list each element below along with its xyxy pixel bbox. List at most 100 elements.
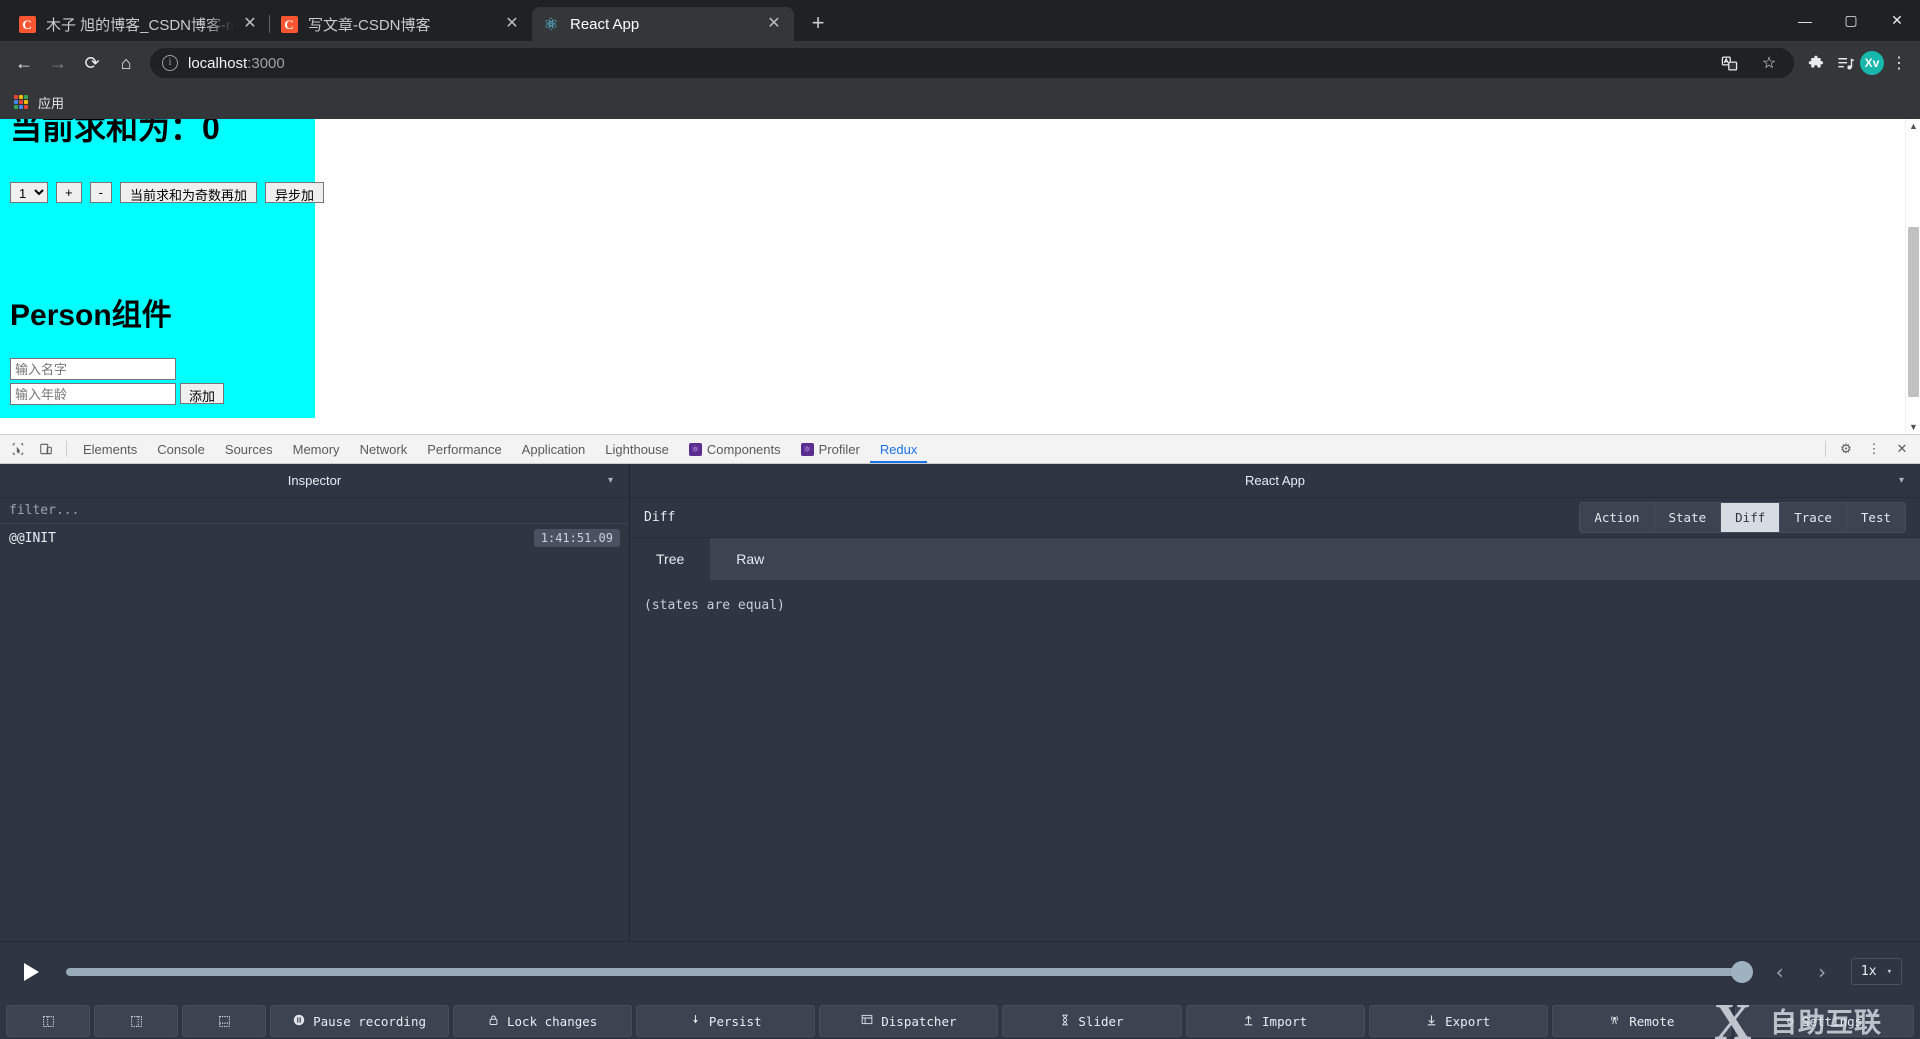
chevron-down-icon[interactable]: ▾ [1899, 475, 1904, 486]
tab-console[interactable]: Console [147, 436, 215, 463]
extensions-icon[interactable] [1804, 50, 1830, 76]
chevron-down-icon[interactable]: ▾ [608, 475, 613, 486]
action-filter-input[interactable]: filter... [0, 498, 629, 524]
tab-action[interactable]: Action [1580, 503, 1655, 532]
page-scrollbar[interactable]: ▲ ▼ [1905, 119, 1920, 434]
subtab-raw[interactable]: Raw [710, 538, 790, 580]
react-badge-icon: ⚛ [688, 442, 702, 456]
browser-tab-1[interactable]: C 木子 旭的博客_CSDN博客-react ✕ [8, 7, 270, 41]
tab-network[interactable]: Network [350, 436, 418, 463]
increment-amount-select[interactable]: 1 [10, 182, 48, 204]
tab-components[interactable]: ⚛ Components [679, 436, 791, 463]
button-label: Import [1262, 1013, 1308, 1029]
tab-elements[interactable]: Elements [73, 436, 147, 463]
import-button[interactable]: Import [1185, 1005, 1365, 1037]
subtab-tree[interactable]: Tree [630, 538, 711, 580]
age-input[interactable] [10, 383, 176, 406]
close-icon[interactable]: ✕ [502, 14, 522, 34]
play-icon[interactable] [18, 959, 44, 985]
browser-tab-3[interactable]: ⚛ React App ✕ [532, 7, 794, 41]
action-name: @@INIT [9, 530, 56, 546]
person-form: 添加 [10, 358, 305, 408]
browser-tab-2[interactable]: C 写文章-CSDN博客 ✕ [269, 7, 532, 41]
bookmark-star-icon[interactable]: ☆ [1756, 50, 1782, 76]
close-icon[interactable]: ✕ [764, 14, 784, 34]
dock-bottom-button[interactable] [182, 1005, 266, 1037]
tab-test[interactable]: Test [1846, 503, 1905, 532]
export-button[interactable]: Export [1368, 1005, 1548, 1037]
forward-icon[interactable]: → [42, 47, 74, 79]
address-bar[interactable]: i localhost :3000 ☆ [150, 48, 1794, 78]
apps-grid-icon[interactable] [14, 95, 28, 109]
scroll-down-icon[interactable]: ▼ [1906, 420, 1920, 434]
csdn-icon: C [18, 15, 36, 33]
site-info-icon[interactable]: i [162, 55, 178, 71]
inspector-title: Inspector [287, 473, 342, 488]
window-close-button[interactable]: ✕ [1874, 0, 1920, 41]
maximize-button[interactable]: ▢ [1828, 0, 1874, 41]
media-list-icon[interactable] [1832, 50, 1858, 76]
lock-icon [488, 1014, 499, 1029]
profile-avatar[interactable]: Xv [1860, 51, 1884, 75]
hourglass-icon [1060, 1014, 1070, 1029]
csdn-icon: C [280, 15, 298, 33]
back-icon[interactable]: ← [8, 47, 40, 79]
speed-value: 1x [1860, 964, 1877, 979]
button-label: Remote [1629, 1013, 1675, 1029]
tab-label: Performance [427, 441, 502, 457]
tab-label: Profiler [818, 441, 860, 457]
odd-add-button[interactable]: 当前求和为奇数再加 [119, 182, 257, 204]
tab-redux[interactable]: Redux [870, 436, 928, 463]
decrement-button[interactable]: - [89, 182, 112, 204]
persist-button[interactable]: Persist [636, 1005, 816, 1037]
scrollbar-thumb[interactable] [1908, 227, 1919, 397]
gear-icon[interactable]: ⚙ [1832, 436, 1860, 462]
add-person-button[interactable]: 添加 [180, 383, 225, 405]
more-options-icon[interactable]: ⋮ [1860, 436, 1888, 462]
device-toolbar-icon[interactable] [32, 436, 60, 462]
time-travel-slider[interactable] [66, 960, 1753, 983]
async-add-button[interactable]: 异步加 [264, 182, 324, 204]
devtools-actions: ⚙ ⋮ ✕ [1819, 436, 1916, 462]
dispatcher-button[interactable]: Dispatcher [819, 1005, 999, 1037]
increment-button[interactable]: + [56, 182, 82, 204]
tab-profiler[interactable]: ⚛ Profiler [791, 436, 870, 463]
pause-recording-button[interactable]: Pause recording [270, 1005, 450, 1037]
playback-speed-select[interactable]: 1x ▾ [1850, 958, 1902, 985]
tab-performance[interactable]: Performance [417, 436, 511, 463]
button-label: Slider [1078, 1013, 1124, 1029]
bookmark-apps-label[interactable]: 应用 [38, 93, 64, 112]
react-badge-icon: ⚛ [800, 442, 814, 456]
name-input[interactable] [10, 358, 176, 381]
button-label: Settings [1801, 1013, 1863, 1029]
slider-button[interactable]: Slider [1002, 1005, 1182, 1037]
home-icon[interactable]: ⌂ [110, 47, 142, 79]
remote-button[interactable]: Remote [1551, 1005, 1731, 1037]
tab-sources[interactable]: Sources [215, 436, 283, 463]
tab-lighthouse[interactable]: Lighthouse [595, 436, 679, 463]
close-icon[interactable]: ✕ [240, 14, 260, 34]
tab-memory[interactable]: Memory [283, 436, 350, 463]
minimize-button[interactable]: — [1782, 0, 1828, 41]
lock-changes-button[interactable]: Lock changes [453, 1005, 633, 1037]
browser-menu-icon[interactable]: ⋮ [1886, 50, 1912, 76]
scroll-up-icon[interactable]: ▲ [1906, 119, 1920, 133]
tab-title: React App [570, 15, 640, 33]
action-list-item[interactable]: @@INIT 1:41:51.09 [0, 524, 629, 552]
dock-left-button[interactable] [6, 1005, 90, 1037]
reload-icon[interactable]: ⟳ [76, 47, 108, 79]
settings-button[interactable]: ⚙ Settings [1734, 1005, 1914, 1037]
new-tab-button[interactable]: + [804, 10, 832, 38]
dock-right-button[interactable] [94, 1005, 178, 1037]
close-devtools-icon[interactable]: ✕ [1888, 436, 1916, 462]
tab-application[interactable]: Application [512, 436, 596, 463]
translate-icon[interactable] [1716, 50, 1742, 76]
inspect-element-icon[interactable] [4, 436, 32, 462]
tab-trace[interactable]: Trace [1780, 503, 1847, 532]
browser-toolbar: ← → ⟳ ⌂ i localhost :3000 ☆ Xv ⋮ [0, 41, 1920, 85]
tab-state[interactable]: State [1654, 503, 1722, 532]
next-action-icon[interactable]: › [1809, 959, 1835, 985]
tab-diff[interactable]: Diff [1721, 503, 1781, 532]
slider-thumb[interactable] [1730, 960, 1753, 983]
previous-action-icon[interactable]: ‹ [1767, 959, 1793, 985]
